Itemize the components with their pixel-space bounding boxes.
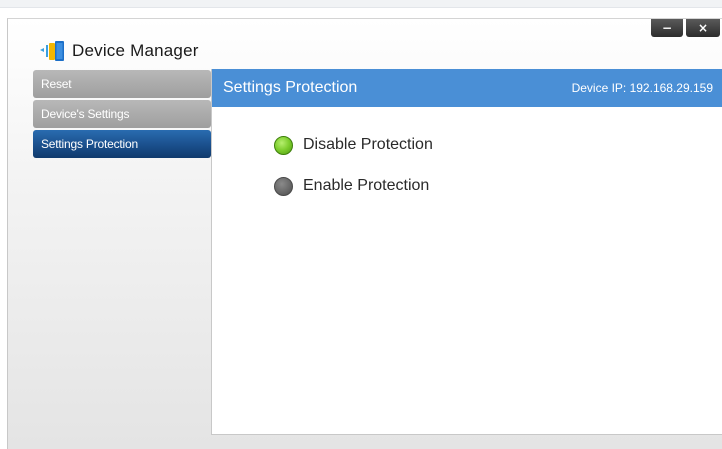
- panel-header: Settings Protection Device IP: 192.168.2…: [212, 69, 722, 107]
- device-ip-label: Device IP: 192.168.29.159: [571, 81, 713, 95]
- main-panel: Settings Protection Device IP: 192.168.2…: [211, 69, 722, 435]
- app-title: Device Manager: [72, 41, 199, 60]
- minimize-icon: −: [661, 21, 673, 35]
- background-strip: [0, 0, 722, 8]
- sidebar-item-reset[interactable]: Reset: [33, 70, 211, 98]
- sidebar-item-settings-protection[interactable]: Settings Protection: [33, 130, 211, 158]
- radio-unselected-icon[interactable]: [274, 176, 293, 196]
- option-enable-protection[interactable]: Enable Protection: [274, 174, 433, 198]
- protection-options: Disable Protection Enable Protection: [274, 133, 433, 215]
- radio-selected-icon[interactable]: [274, 135, 293, 155]
- sidebar-item-device-settings[interactable]: Device's Settings: [33, 100, 211, 128]
- sidebar-nav: Reset Device's Settings Settings Protect…: [33, 70, 211, 160]
- title-bar: Device Manager: [38, 39, 199, 63]
- option-label: Disable Protection: [303, 136, 433, 153]
- minimize-button[interactable]: −: [651, 19, 683, 37]
- window-controls: − ×: [651, 19, 720, 37]
- page-title: Settings Protection: [223, 79, 358, 96]
- device-manager-app-icon: [40, 41, 64, 61]
- app-window: − × Device Manager Reset Device's Settin…: [7, 18, 722, 449]
- option-label: Enable Protection: [303, 177, 430, 194]
- option-disable-protection[interactable]: Disable Protection: [274, 133, 433, 157]
- close-button[interactable]: ×: [686, 19, 720, 37]
- close-icon: ×: [697, 21, 709, 35]
